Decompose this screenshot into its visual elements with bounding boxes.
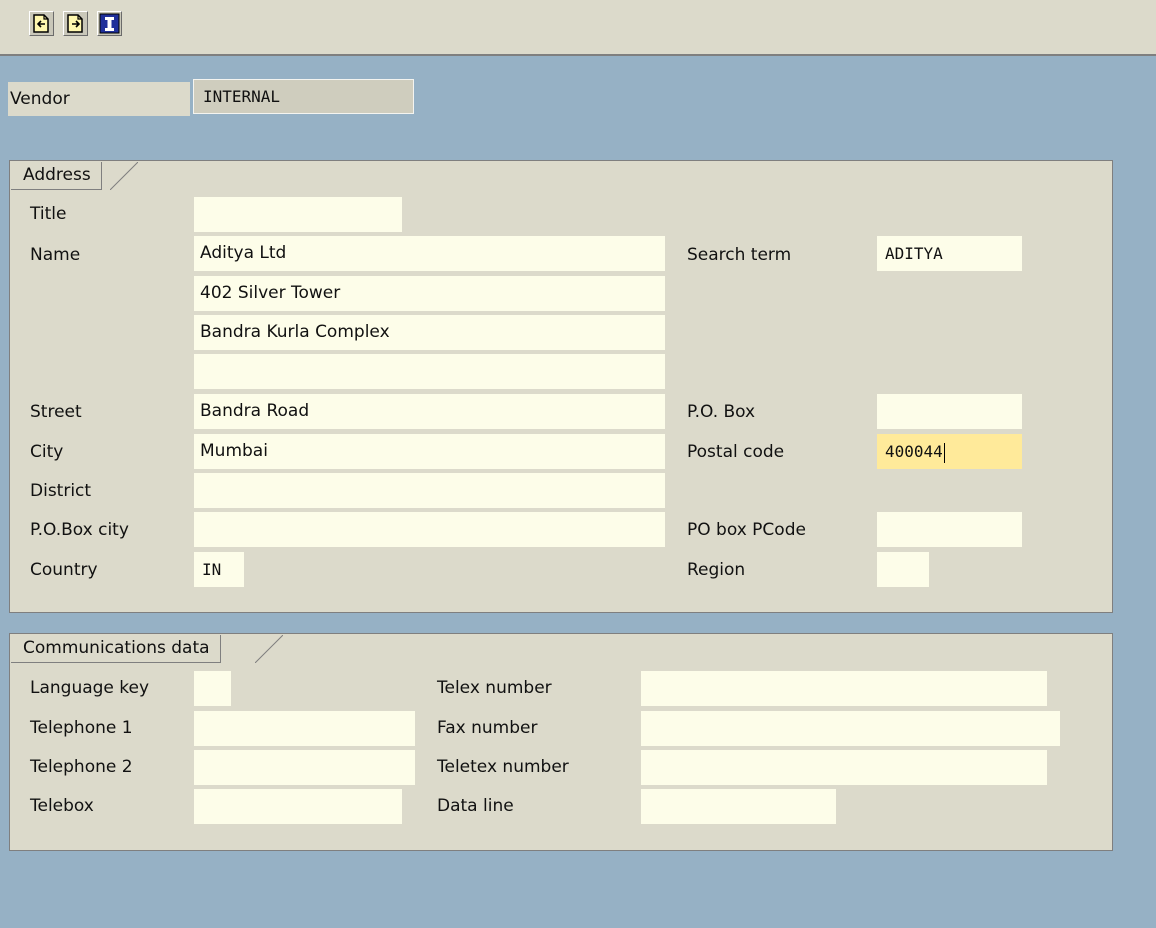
name-field-3[interactable]: Bandra Kurla Complex: [194, 315, 665, 350]
communications-group-title: Communications data: [11, 635, 221, 663]
communications-tab-edge: [255, 635, 283, 663]
telex-number-field[interactable]: [641, 671, 1047, 706]
street-field[interactable]: Bandra Road: [194, 394, 665, 429]
name-field-1[interactable]: Aditya Ltd: [194, 236, 665, 271]
telephone2-label: Telephone 2: [30, 757, 133, 777]
text-cursor: [943, 442, 945, 463]
po-box-pcode-field[interactable]: [877, 512, 1022, 547]
data-line-label: Data line: [437, 796, 514, 816]
telephone1-field[interactable]: [194, 711, 415, 746]
fax-number-label: Fax number: [437, 718, 538, 738]
application-toolbar: [0, 0, 1156, 56]
city-label: City: [30, 442, 64, 462]
name-field-2[interactable]: 402 Silver Tower: [194, 276, 665, 311]
data-line-field[interactable]: [641, 789, 836, 824]
district-field[interactable]: [194, 473, 665, 508]
info-button[interactable]: [97, 11, 122, 36]
country-field[interactable]: IN: [194, 552, 244, 587]
telex-number-label: Telex number: [437, 678, 552, 698]
po-box-city-field[interactable]: [194, 512, 665, 547]
title-field[interactable]: [194, 197, 402, 232]
fax-number-field[interactable]: [641, 711, 1060, 746]
postal-code-value: 400044: [885, 442, 943, 461]
postal-code-label: Postal code: [687, 442, 785, 462]
street-label: Street: [30, 402, 82, 422]
telebox-field[interactable]: [194, 789, 402, 824]
teletex-number-label: Teletex number: [437, 757, 569, 777]
district-label: District: [30, 481, 92, 501]
address-group-title: Address: [11, 162, 102, 190]
language-key-field[interactable]: [194, 671, 231, 706]
po-box-label: P.O. Box: [687, 402, 756, 422]
address-tab-edge: [110, 162, 138, 190]
city-field[interactable]: Mumbai: [194, 434, 665, 469]
vendor-field: INTERNAL: [193, 79, 414, 114]
po-box-city-label: P.O.Box city: [30, 520, 129, 540]
name-label: Name: [30, 245, 81, 265]
name-field-4[interactable]: [194, 354, 665, 389]
previous-screen-button[interactable]: [29, 11, 54, 36]
postal-code-field[interactable]: 400044: [877, 434, 1022, 469]
info-icon: [99, 13, 120, 34]
po-box-field[interactable]: [877, 394, 1022, 429]
search-term-label: Search term: [687, 245, 792, 265]
region-field[interactable]: [877, 552, 929, 587]
telephone2-field[interactable]: [194, 750, 415, 785]
telephone1-label: Telephone 1: [30, 718, 133, 738]
next-screen-icon: [67, 14, 83, 33]
language-key-label: Language key: [30, 678, 150, 698]
country-label: Country: [30, 560, 98, 580]
title-label: Title: [30, 204, 67, 224]
previous-screen-icon: [33, 14, 49, 33]
next-screen-button[interactable]: [63, 11, 88, 36]
po-box-pcode-label: PO box PCode: [687, 520, 806, 540]
teletex-number-field[interactable]: [641, 750, 1047, 785]
search-term-field[interactable]: ADITYA: [877, 236, 1022, 271]
telebox-label: Telebox: [30, 796, 94, 816]
region-label: Region: [687, 560, 746, 580]
vendor-label: Vendor: [8, 82, 190, 116]
